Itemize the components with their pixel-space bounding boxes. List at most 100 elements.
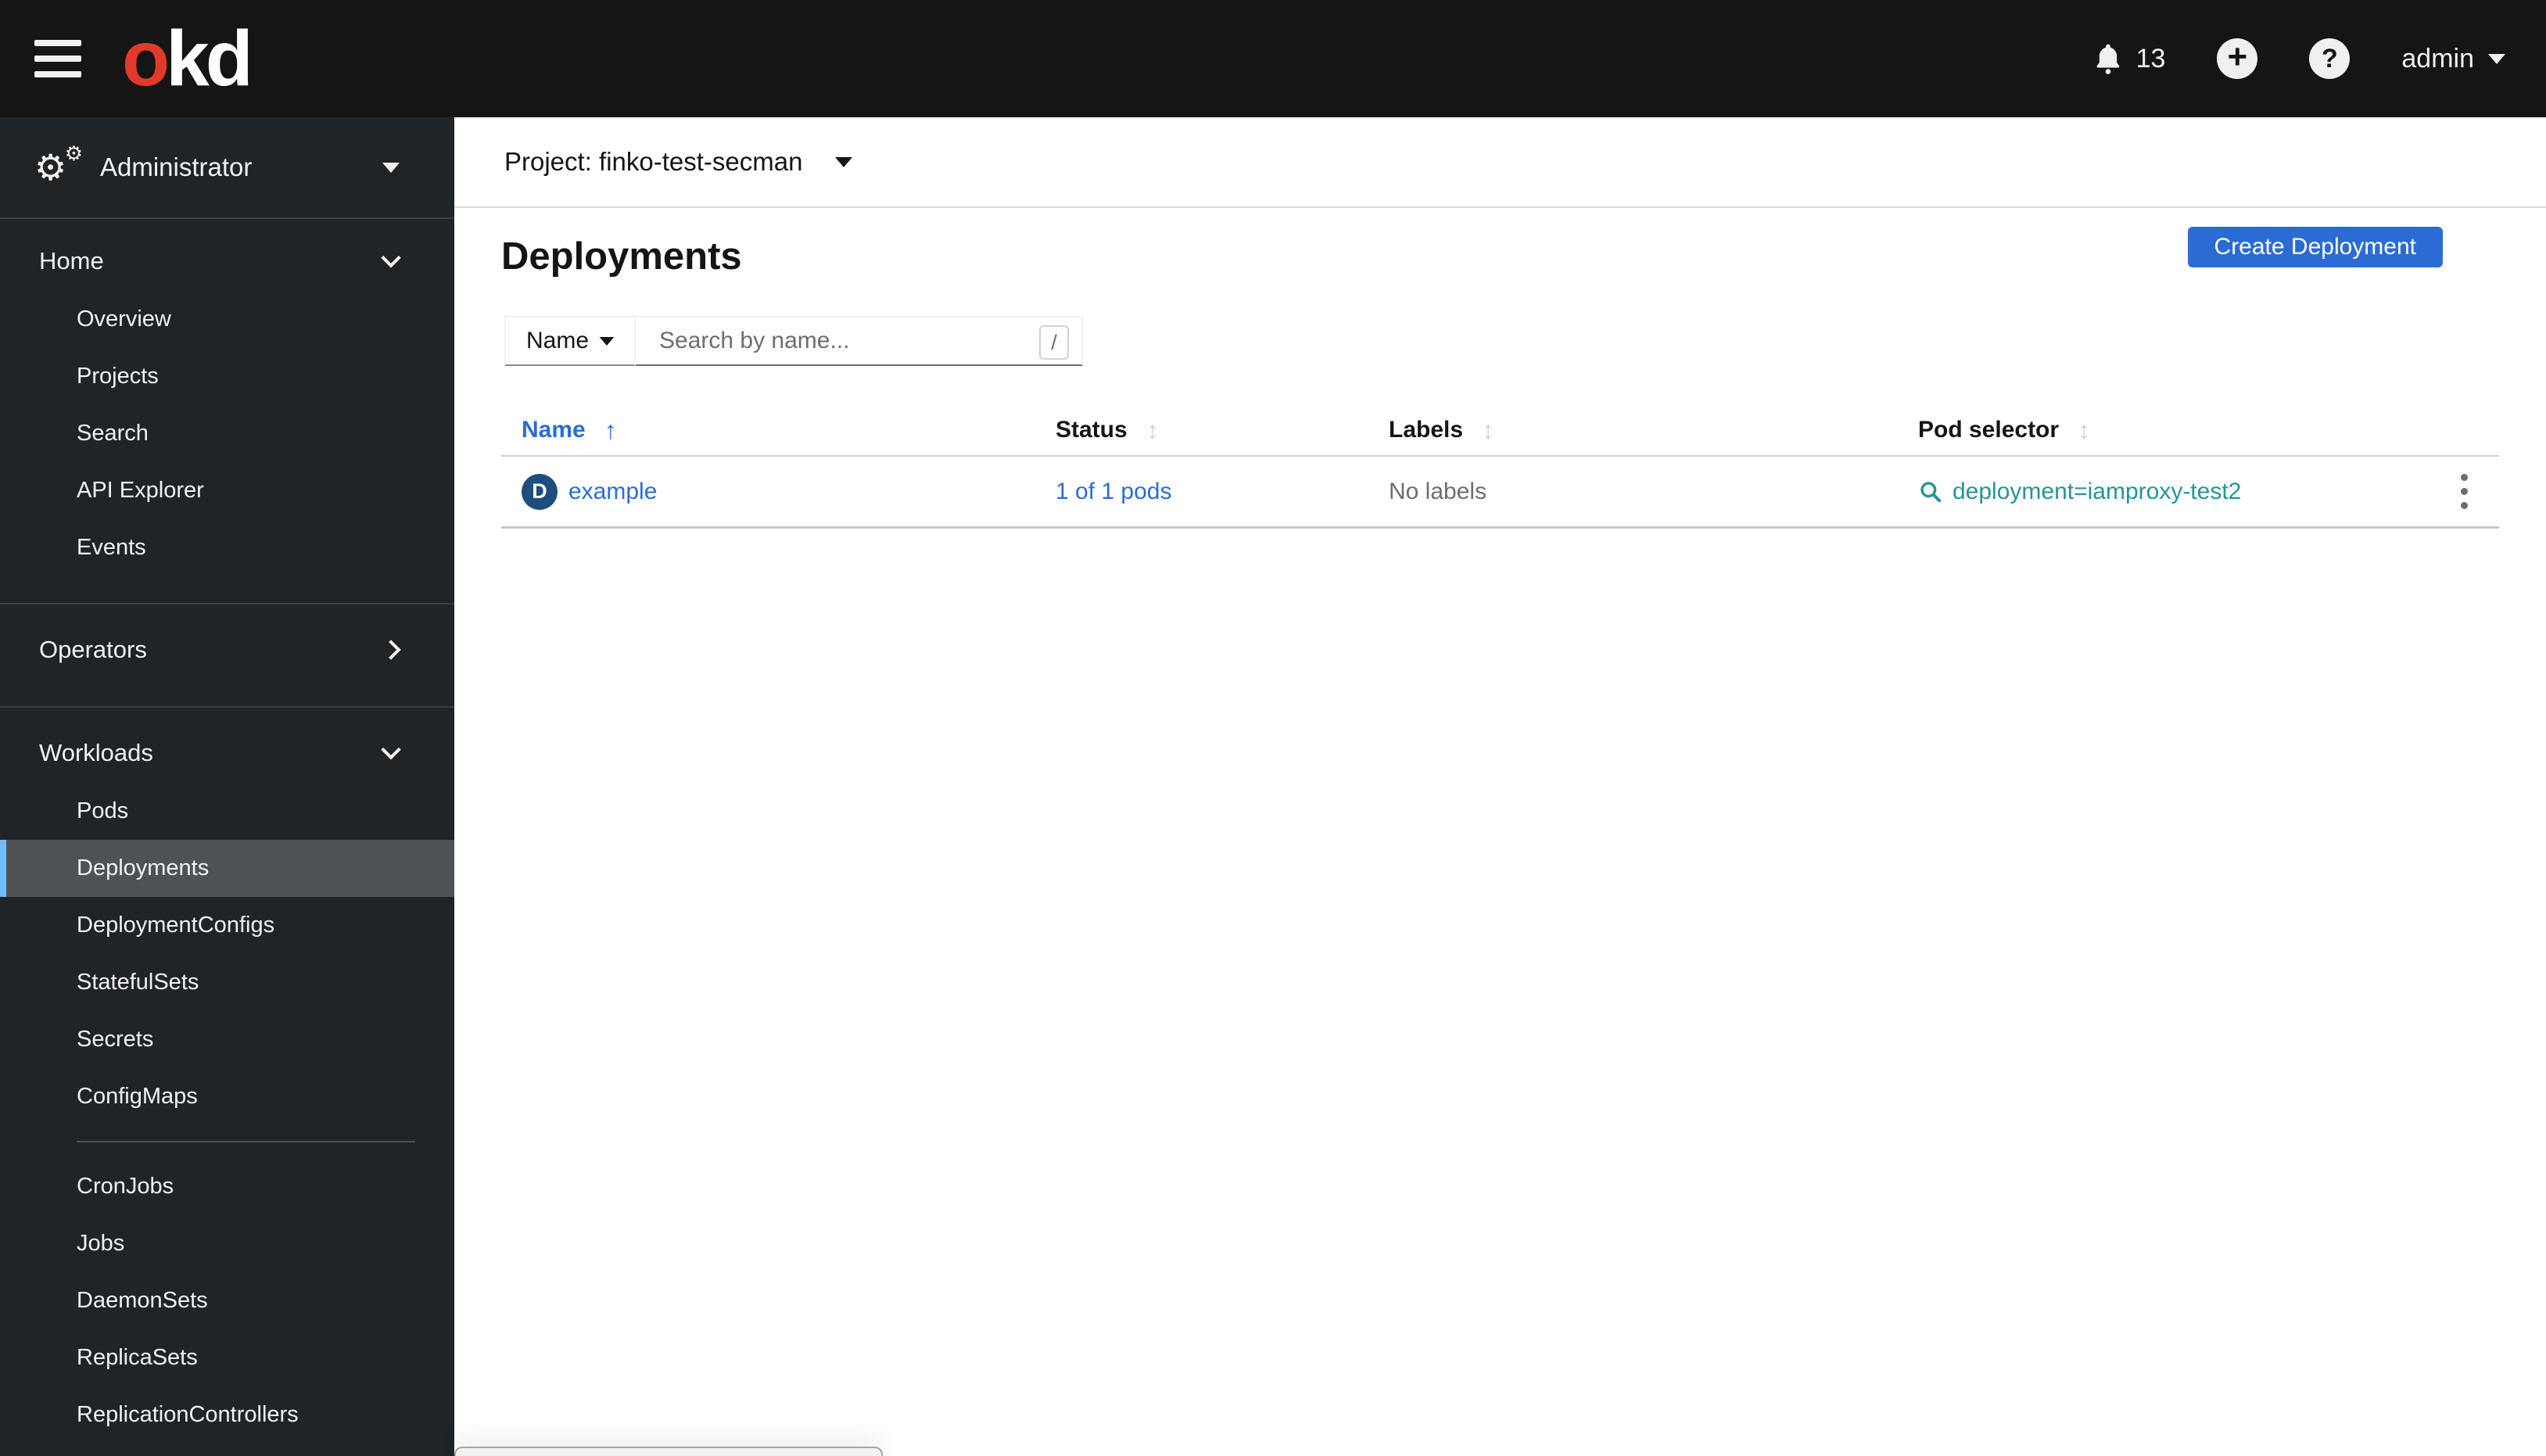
nav-divider: [77, 1141, 415, 1142]
plus-icon: +: [2227, 38, 2248, 76]
username: admin: [2401, 43, 2474, 74]
project-selector[interactable]: Project: finko-test-secman: [454, 117, 2546, 208]
sidebar-item-label: DeploymentConfigs: [77, 913, 275, 938]
sidebar-item-replicasets[interactable]: ReplicaSets: [0, 1329, 454, 1386]
sidebar-item-events[interactable]: Events: [0, 519, 454, 576]
sidebar-item-jobs[interactable]: Jobs: [0, 1215, 454, 1272]
nav-section-label: Home: [39, 247, 104, 274]
nav-section-operators[interactable]: Operators: [0, 620, 454, 680]
perspective-switcher[interactable]: ⚙ ⚙ Administrator: [0, 117, 454, 219]
nav-section-label: Workloads: [39, 739, 153, 766]
column-label: Name: [522, 417, 586, 443]
chevron-down-icon: [382, 162, 400, 173]
logo-o: o: [122, 15, 170, 102]
help-button[interactable]: ?: [2309, 38, 2351, 79]
question-icon: ?: [2322, 43, 2338, 74]
masthead-toolbar: 13 + ? admin: [2091, 38, 2546, 79]
sidebar-item-deploymentconfigs[interactable]: DeploymentConfigs: [0, 897, 454, 954]
sidebar-item-projects[interactable]: Projects: [0, 348, 454, 405]
column-label: Labels: [1389, 417, 1464, 443]
page-title: Deployments: [501, 235, 742, 278]
sort-both-icon: ↕: [1482, 415, 1495, 444]
user-menu[interactable]: admin: [2401, 44, 2505, 74]
column-label: Status: [1056, 417, 1128, 443]
sidebar-item-label: Projects: [77, 364, 159, 389]
chevron-down-icon: [381, 248, 401, 268]
row-kebab-menu[interactable]: [2461, 474, 2499, 509]
sidebar-item-secrets[interactable]: Secrets: [0, 1011, 454, 1068]
sidebar-item-pods[interactable]: Pods: [0, 783, 454, 840]
pod-selector-text: deployment=iamproxy-test2: [1953, 478, 2242, 504]
column-header-name[interactable]: Name ↑: [501, 416, 1035, 445]
nav-section-label: Operators: [39, 636, 147, 663]
cell-pod-selector: deployment=iamproxy-test2: [1898, 479, 2367, 505]
column-header-status[interactable]: Status ↕: [1035, 416, 1368, 445]
table-row: D example 1 of 1 pods No labels deployme…: [501, 457, 2499, 529]
nav-section-home[interactable]: Home: [0, 231, 454, 291]
sidebar-item-label: StatefulSets: [77, 970, 199, 995]
nav-section-workloads[interactable]: Workloads: [0, 723, 454, 783]
bell-icon: [2096, 44, 2120, 74]
chevron-down-icon: [381, 740, 401, 760]
sidebar-item-label: Pods: [77, 798, 129, 823]
partial-bottom-panel: [454, 1447, 883, 1456]
sort-ascending-icon: ↑: [604, 415, 617, 444]
okd-logo[interactable]: o kd: [122, 15, 253, 102]
chevron-down-icon: [835, 156, 853, 167]
table-header-row: Name ↑ Status ↕ Labels ↕ Pod selector ↕: [501, 405, 2499, 457]
search-input[interactable]: [636, 316, 1083, 366]
logo-kd: kd: [166, 15, 253, 102]
sidebar-item-daemonsets[interactable]: DaemonSets: [0, 1272, 454, 1329]
sidebar-item-label: Overview: [77, 307, 171, 332]
filter-attribute-dropdown[interactable]: Name: [504, 316, 636, 366]
nav-toggle-hamburger-icon[interactable]: [34, 40, 81, 77]
main-content: Project: finko-test-secman Deployments C…: [454, 117, 2546, 1456]
sort-both-icon: ↕: [2078, 415, 2091, 444]
sidebar-item-search[interactable]: Search: [0, 405, 454, 462]
sidebar-item-replicationcontrollers[interactable]: ReplicationControllers: [0, 1386, 454, 1443]
column-header-labels[interactable]: Labels ↕: [1368, 416, 1898, 445]
deployment-name-link[interactable]: example: [568, 479, 657, 505]
column-header-pod-selector[interactable]: Pod selector ↕: [1898, 416, 2367, 445]
sort-both-icon: ↕: [1146, 415, 1159, 444]
chevron-right-icon: [381, 640, 401, 660]
masthead: o kd 13 + ? admin: [0, 0, 2546, 117]
notifications-button[interactable]: 13: [2091, 41, 2166, 76]
quick-create-button[interactable]: +: [2217, 38, 2258, 79]
sidebar-item-label: API Explorer: [77, 478, 204, 503]
sidebar-item-label: Secrets: [77, 1027, 154, 1052]
keyboard-shortcut-badge: /: [1039, 325, 1069, 360]
filter-toolbar: Name /: [504, 316, 2546, 366]
sidebar-item-deployments[interactable]: Deployments: [0, 840, 454, 897]
sidebar-item-configmaps[interactable]: ConfigMaps: [0, 1068, 454, 1125]
project-selector-label: Project: finko-test-secman: [504, 147, 803, 176]
sidebar-item-label: DaemonSets: [77, 1288, 208, 1313]
filter-attribute-label: Name: [526, 328, 590, 353]
no-labels-text: No labels: [1389, 478, 1487, 504]
sidebar-item-api-explorer[interactable]: API Explorer: [0, 462, 454, 519]
pod-selector-link[interactable]: deployment=iamproxy-test2: [1918, 479, 2241, 505]
perspective-label: Administrator: [100, 152, 253, 181]
sidebar-item-label: ConfigMaps: [77, 1084, 198, 1109]
sidebar-item-label: Search: [77, 421, 149, 446]
sidebar-item-label: Deployments: [77, 855, 210, 880]
chevron-down-icon: [2488, 53, 2505, 64]
sidebar-item-cronjobs[interactable]: CronJobs: [0, 1158, 454, 1215]
sidebar-item-label: ReplicationControllers: [77, 1402, 299, 1427]
nav-group-home: Home Overview Projects Search API Explor…: [0, 219, 454, 603]
sidebar-item-label: ReplicaSets: [77, 1345, 198, 1370]
pods-status-link[interactable]: 1 of 1 pods: [1056, 479, 1171, 505]
deployment-kind-badge: D: [522, 473, 558, 510]
search-wrapper: /: [636, 316, 1083, 366]
notification-count: 13: [2135, 43, 2166, 74]
cell-labels: No labels: [1368, 479, 1898, 505]
sidebar-item-overview[interactable]: Overview: [0, 291, 454, 348]
sidebar-item-statefulsets[interactable]: StatefulSets: [0, 954, 454, 1011]
deployments-table: Name ↑ Status ↕ Labels ↕ Pod selector ↕ …: [501, 405, 2499, 529]
column-label: Pod selector: [1918, 417, 2060, 443]
create-deployment-button[interactable]: Create Deployment: [2187, 227, 2443, 267]
chevron-down-icon: [599, 336, 615, 346]
cogs-icon: ⚙ ⚙: [34, 142, 83, 188]
page-header: Deployments Create Deployment: [454, 208, 2546, 278]
sidebar-item-label: Jobs: [77, 1231, 125, 1256]
